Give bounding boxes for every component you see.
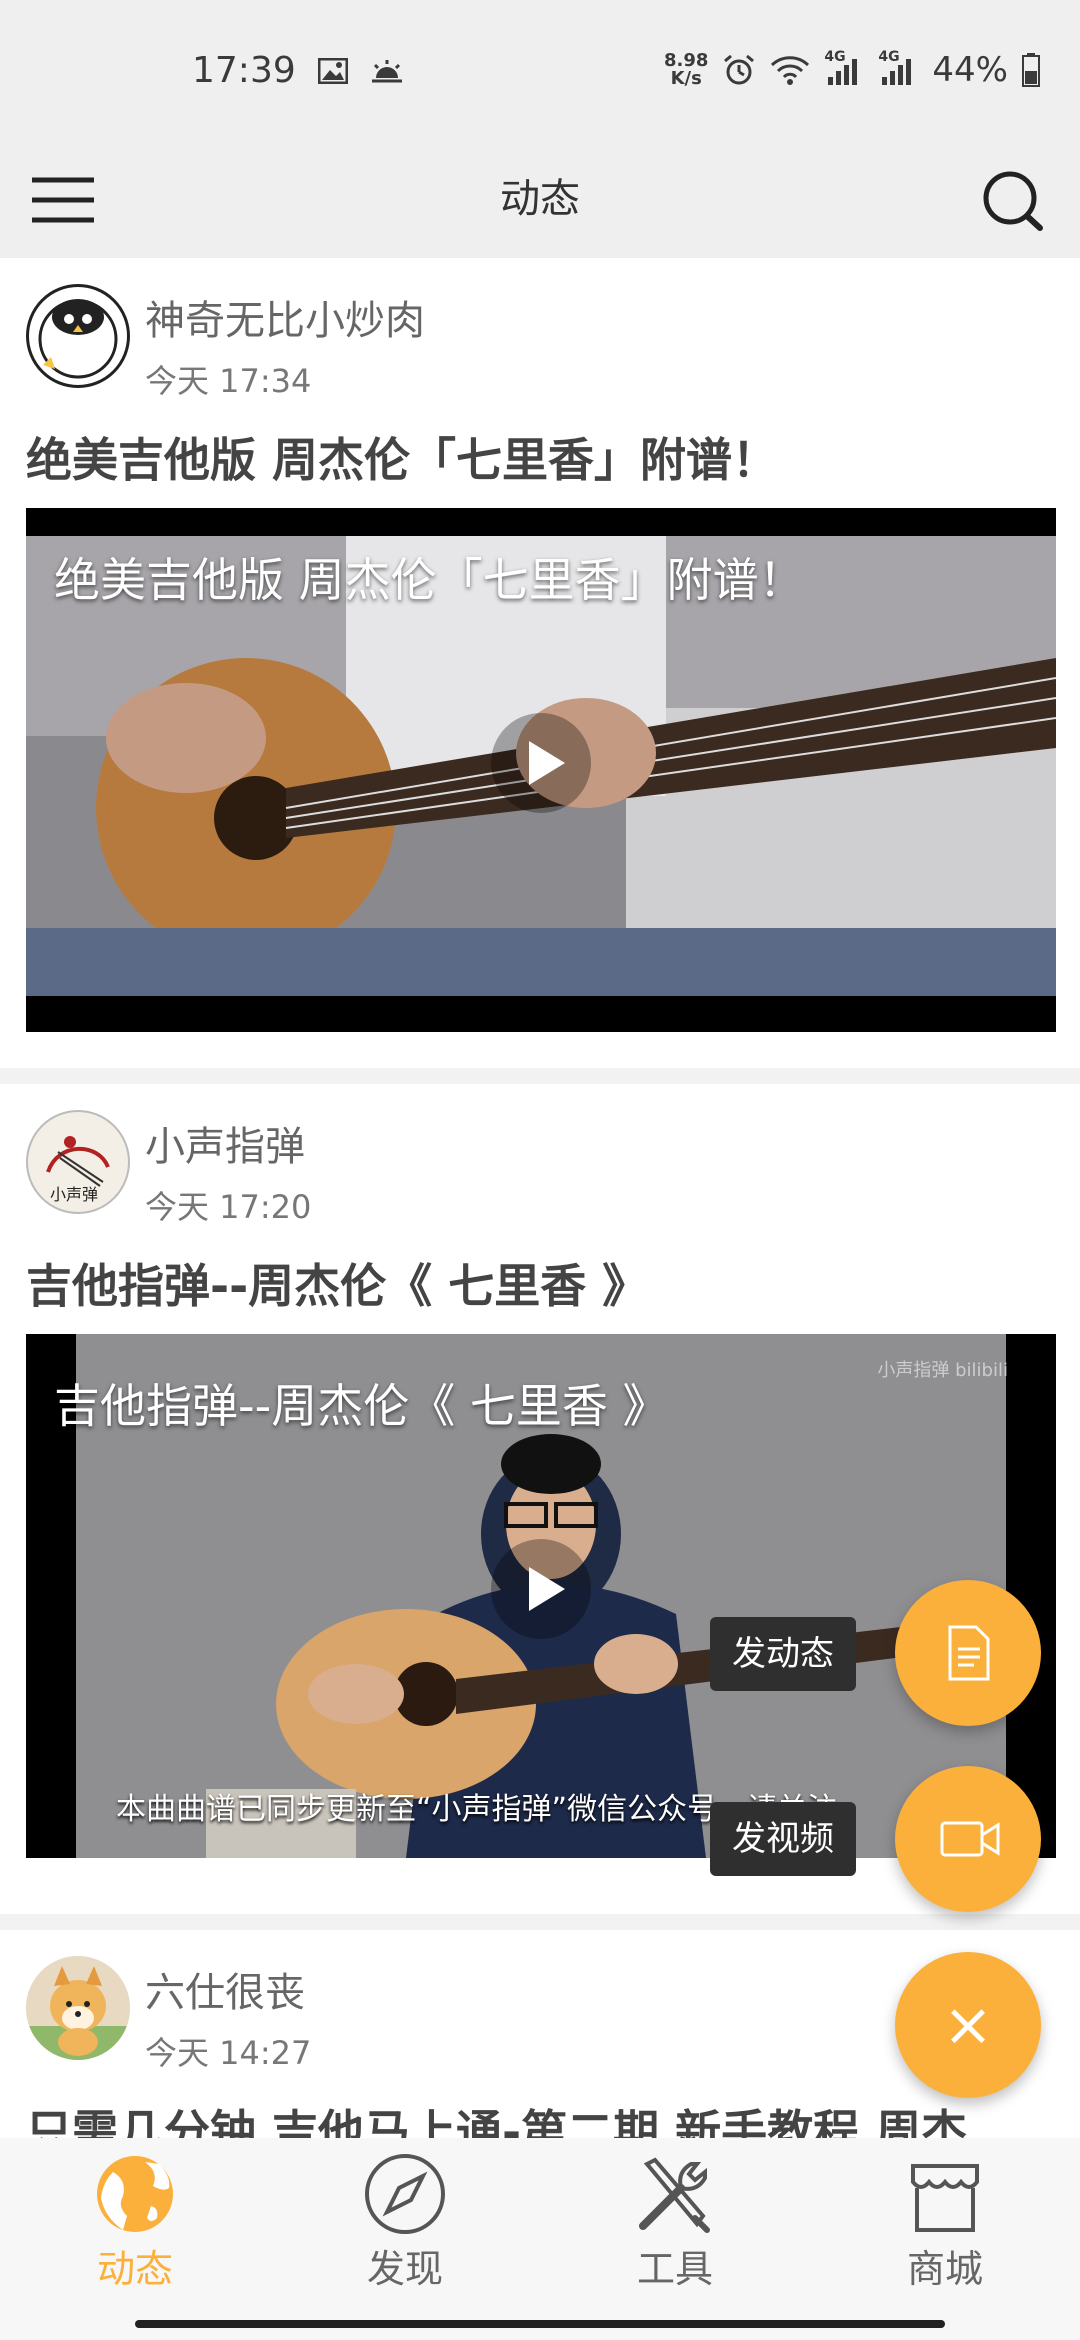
gallery-icon bbox=[317, 57, 348, 84]
guitar-logo-avatar-icon: 小声弹 bbox=[30, 1114, 126, 1210]
video-player[interactable]: 小声指弹 bilibili 吉他指弹--周杰伦《 七里香 》 本曲曲谱已同步更新… bbox=[26, 1334, 1056, 1858]
signal-1-icon bbox=[828, 59, 858, 85]
signal-1: 4G bbox=[824, 49, 864, 87]
nav-tab-shop-label: 商城 bbox=[906, 2247, 983, 2291]
wifi-icon bbox=[771, 56, 810, 85]
post-time: 今天 14:27 bbox=[145, 2034, 312, 2072]
nav-tab-discover-label: 发现 bbox=[366, 2247, 443, 2291]
post-title[interactable]: 只需几分钟 吉他马上通-第二期 新手教程 周杰 bbox=[26, 2096, 967, 2138]
avatar[interactable]: 小声弹 bbox=[26, 1110, 130, 1214]
page-title: 动态 bbox=[500, 176, 580, 222]
author-name[interactable]: 小声指弹 bbox=[145, 1114, 305, 1172]
signal-2-icon bbox=[882, 59, 912, 85]
bottom-nav: 动态 发现 工具 商城 bbox=[0, 2138, 1080, 2340]
video-overlay-title: 吉他指弹--周杰伦《 七里香 》 bbox=[54, 1379, 669, 1433]
tools-icon bbox=[639, 2157, 710, 2233]
status-left: 17:39 bbox=[192, 50, 404, 91]
battery-percent: 44% bbox=[932, 50, 1008, 90]
status-right: 8.98 K/s 4G 4G 44% bbox=[664, 49, 1040, 90]
weather-icon bbox=[371, 59, 402, 82]
post-video-label[interactable]: 发视频 bbox=[710, 1802, 856, 1876]
close-menu-button[interactable]: × bbox=[895, 1952, 1041, 2098]
status-bar: 17:39 8.98 K/s 4G 4G 44% bbox=[0, 0, 1080, 140]
net-speed-unit: K/s bbox=[670, 68, 702, 89]
compass-icon bbox=[365, 2154, 445, 2234]
avatar[interactable] bbox=[26, 284, 130, 388]
post-title[interactable]: 吉他指弹--周杰伦《 七里香 》 bbox=[26, 1250, 648, 1316]
post-time: 今天 17:20 bbox=[145, 1188, 312, 1226]
menu-icon[interactable] bbox=[30, 158, 100, 238]
nav-tab-discover[interactable]: 发现 bbox=[270, 2152, 540, 2312]
video-overlay-title: 绝美吉他版 周杰伦「七里香」附谱！ bbox=[54, 553, 805, 607]
globe-icon bbox=[97, 2156, 173, 2232]
post-dynamic-label[interactable]: 发动态 bbox=[710, 1617, 856, 1691]
post-title[interactable]: 绝美吉他版 周杰伦「七里香」附谱！ bbox=[26, 424, 778, 490]
nav-tab-feed-label: 动态 bbox=[96, 2247, 173, 2291]
video-camera-icon bbox=[940, 1821, 1000, 1857]
author-name[interactable]: 神奇无比小炒肉 bbox=[145, 288, 425, 346]
net-speed: 8.98 K/s bbox=[664, 52, 708, 88]
author-name[interactable]: 六仕很丧 bbox=[145, 1960, 305, 2018]
video-player[interactable]: 绝美吉他版 周杰伦「七里香」附谱！ bbox=[26, 508, 1056, 1032]
post-dynamic-button[interactable] bbox=[895, 1580, 1041, 1726]
dog-avatar-icon bbox=[26, 1956, 130, 2060]
avatar[interactable] bbox=[26, 1956, 130, 2060]
post-time: 今天 17:34 bbox=[145, 362, 312, 400]
signal-2: 4G bbox=[878, 49, 918, 87]
document-icon bbox=[948, 1625, 990, 1681]
nav-tab-feed[interactable]: 动态 bbox=[0, 2152, 270, 2312]
nav-tab-tools-label: 工具 bbox=[636, 2247, 713, 2291]
battery-icon bbox=[1022, 53, 1040, 87]
play-icon[interactable] bbox=[491, 713, 591, 813]
app-bar: 动态 bbox=[0, 140, 1080, 258]
svg-text:小声弹: 小声弹 bbox=[50, 1185, 98, 1204]
post-card[interactable]: 神奇无比小炒肉 今天 17:34 绝美吉他版 周杰伦「七里香」附谱！ 绝美吉他版… bbox=[0, 258, 1080, 1068]
nav-tab-shop[interactable]: 商城 bbox=[810, 2152, 1080, 2312]
search-icon[interactable] bbox=[972, 156, 1052, 240]
home-indicator[interactable] bbox=[135, 2320, 945, 2328]
shop-icon bbox=[911, 2164, 979, 2232]
alarm-icon bbox=[724, 54, 755, 85]
play-icon[interactable] bbox=[491, 1539, 591, 1639]
post-video-button[interactable] bbox=[895, 1766, 1041, 1912]
nav-tab-tools[interactable]: 工具 bbox=[540, 2152, 810, 2312]
status-time: 17:39 bbox=[192, 50, 296, 91]
penguin-avatar-icon bbox=[38, 299, 118, 379]
video-watermark: 小声指弹 bilibili bbox=[877, 1360, 1008, 1381]
